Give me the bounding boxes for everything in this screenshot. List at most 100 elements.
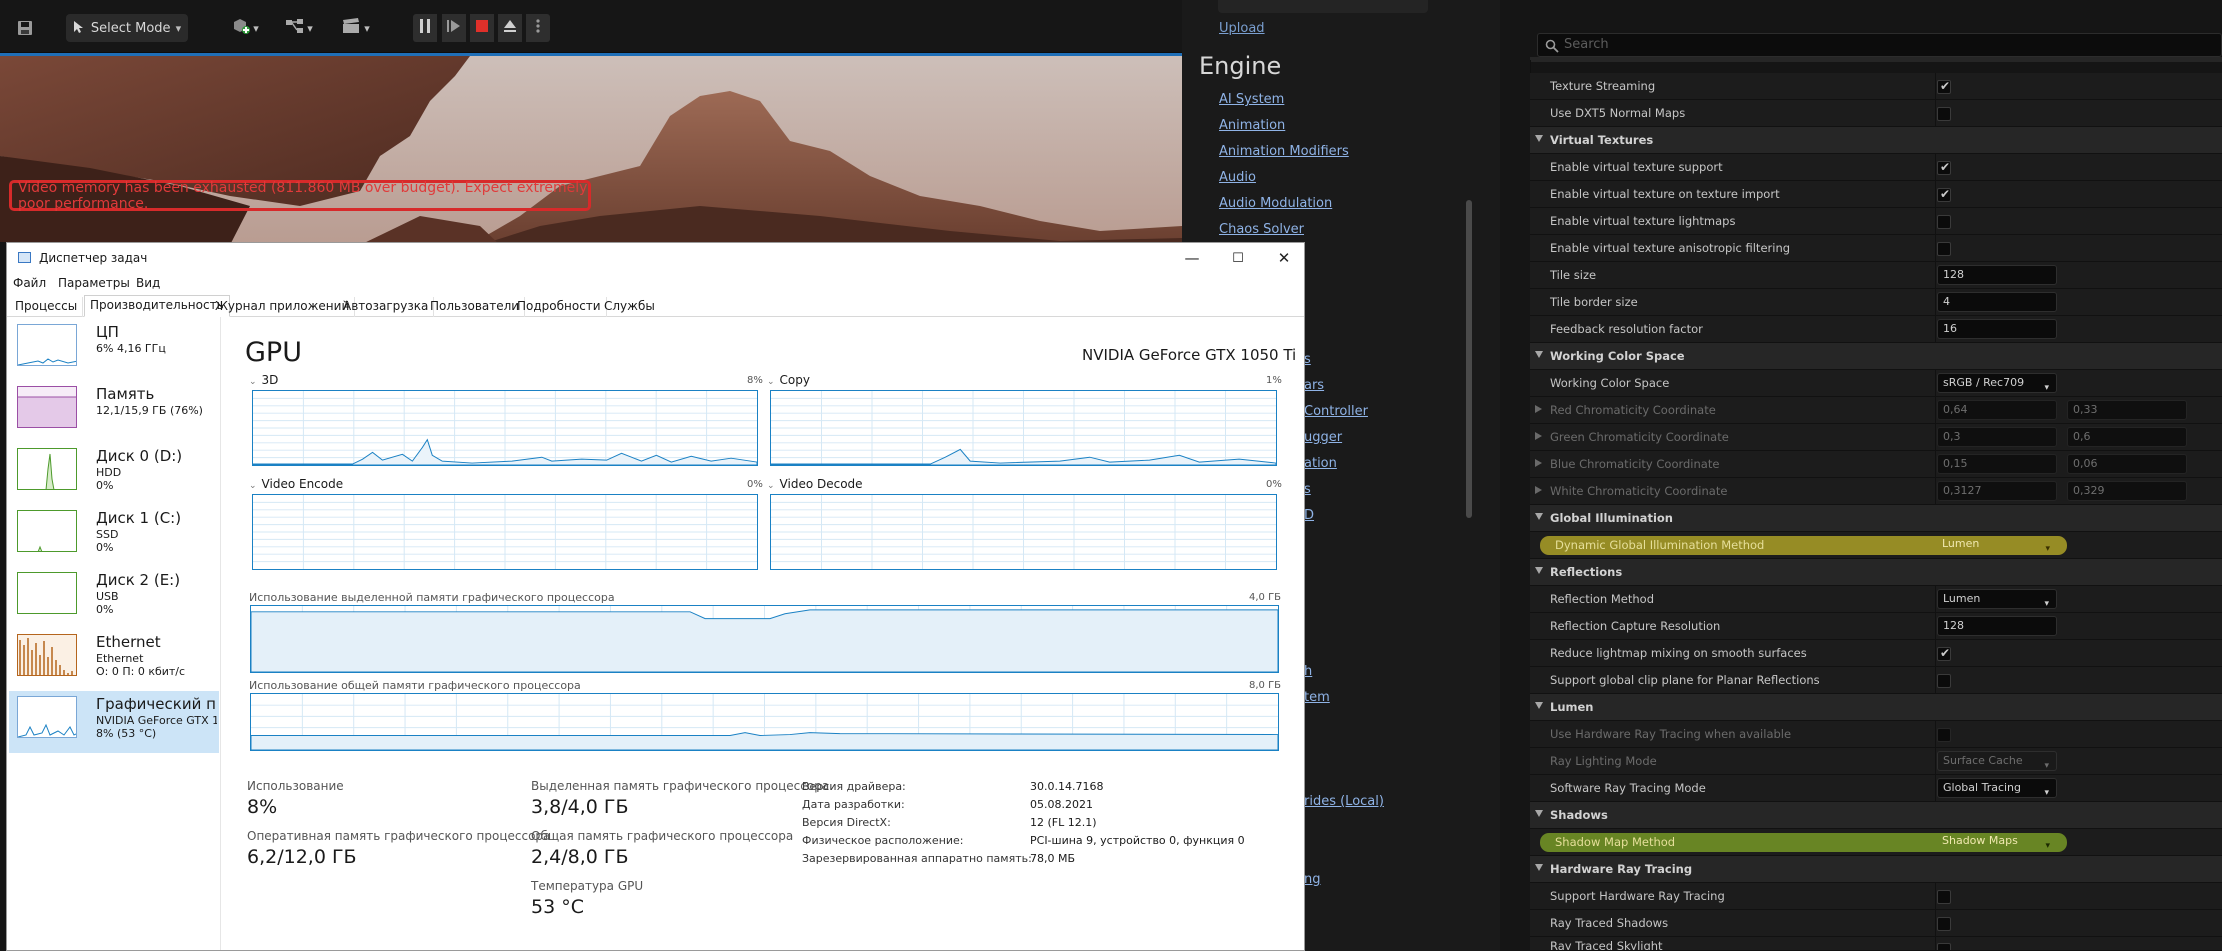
nav-link-chaos-solver[interactable]: Chaos Solver xyxy=(1219,222,1304,237)
tab-users[interactable]: Пользователи xyxy=(425,297,526,317)
reflection-capture-input[interactable]: 128 xyxy=(1937,616,2057,636)
engine-video-encode-label[interactable]: ⌄ Video Encode xyxy=(249,477,343,491)
stop-button[interactable] xyxy=(470,14,494,42)
nav-link-fragment[interactable]: rides (Local) xyxy=(1304,794,1384,809)
nav-link-fragment[interactable]: h xyxy=(1304,664,1312,679)
maximize-button[interactable]: ☐ xyxy=(1225,247,1251,269)
eject-button[interactable] xyxy=(498,14,522,42)
nav-link-audio-modulation[interactable]: Audio Modulation xyxy=(1219,196,1332,211)
resource-memory[interactable]: Память 12,1/15,9 ГБ (76%) xyxy=(9,381,219,443)
resource-disk-0[interactable]: Диск 0 (D:) HDD 0% xyxy=(9,443,219,505)
feedback-factor-input[interactable]: 16 xyxy=(1937,319,2057,339)
ray-traced-skylight-checkbox[interactable] xyxy=(1937,943,1951,950)
software-rt-mode-dropdown[interactable]: Global Tracing ▾ xyxy=(1937,778,2057,798)
section-lumen[interactable]: Lumen xyxy=(1530,694,2222,721)
resource-gpu-0[interactable]: Графический процессор 0 NVIDIA GeForce G… xyxy=(9,691,219,753)
ray-traced-shadows-checkbox[interactable] xyxy=(1937,917,1951,931)
texture-streaming-checkbox[interactable]: ✔ xyxy=(1937,79,1951,94)
nav-link-fragment[interactable]: ng xyxy=(1304,872,1321,887)
green-y-input[interactable]: 0,6 xyxy=(2067,427,2187,447)
red-x-input[interactable]: 0,64 xyxy=(1937,400,2057,420)
vt-aniso-checkbox[interactable] xyxy=(1937,242,1951,256)
tab-details[interactable]: Подробности xyxy=(512,297,607,317)
shadow-map-method-dropdown[interactable]: Shadow Maps ▾ xyxy=(1937,832,2057,852)
blueprint-button[interactable]: ▾ xyxy=(280,14,318,42)
engine-copy-label[interactable]: ⌄ Copy xyxy=(767,373,810,387)
engine-video-decode-label[interactable]: ⌄ Video Decode xyxy=(767,477,863,491)
tab-app-history[interactable]: Журнал приложений xyxy=(210,297,356,317)
chevron-right-icon[interactable] xyxy=(1535,486,1542,494)
menu-file[interactable]: Файл xyxy=(13,276,46,290)
nav-link-fragment[interactable]: s xyxy=(1304,482,1311,497)
chevron-right-icon[interactable] xyxy=(1535,432,1542,440)
nav-link-fragment[interactable]: tem xyxy=(1304,690,1330,705)
menu-view[interactable]: Вид xyxy=(136,276,160,290)
blue-y-input[interactable]: 0,06 xyxy=(2067,454,2187,474)
vt-import-checkbox[interactable]: ✔ xyxy=(1937,187,1951,202)
nav-link-fragment[interactable]: D xyxy=(1304,508,1314,523)
dynamic-gi-method-dropdown[interactable]: Lumen ▾ xyxy=(1937,535,2057,555)
tab-performance[interactable]: Производительность xyxy=(84,295,230,317)
settings-search-input[interactable]: Search xyxy=(1537,33,2222,57)
nav-link-fragment[interactable]: ugger xyxy=(1304,430,1342,445)
level-viewport[interactable]: Video memory has been exhausted (811.860… xyxy=(0,53,1182,242)
ray-lighting-mode-dropdown[interactable]: Surface Cache ▾ xyxy=(1937,751,2057,771)
nav-link-fragment[interactable]: ation xyxy=(1304,456,1337,471)
menu-options[interactable]: Параметры xyxy=(58,276,130,290)
gpu-temperature-value: 53 °C xyxy=(531,896,584,918)
section-working-color-space[interactable]: Working Color Space xyxy=(1530,343,2222,370)
nav-link-fragment[interactable]: ars xyxy=(1304,378,1324,393)
nav-scrollbar[interactable] xyxy=(1466,200,1472,518)
nav-link-animation[interactable]: Animation xyxy=(1219,118,1285,133)
minimize-button[interactable]: — xyxy=(1179,247,1205,269)
red-y-input[interactable]: 0,33 xyxy=(2067,400,2187,420)
blue-x-input[interactable]: 0,15 xyxy=(1937,454,2057,474)
section-hardware-ray-tracing[interactable]: Hardware Ray Tracing xyxy=(1530,856,2222,883)
step-button[interactable] xyxy=(442,14,466,42)
section-virtual-textures[interactable]: Virtual Textures xyxy=(1530,127,2222,154)
section-shadows[interactable]: Shadows xyxy=(1530,802,2222,829)
tile-border-input[interactable]: 4 xyxy=(1937,292,2057,312)
engine-3d-label[interactable]: ⌄ 3D xyxy=(249,373,278,387)
play-options-button[interactable] xyxy=(526,14,550,42)
textures-section-header[interactable] xyxy=(1530,57,2222,62)
hwrt-when-available-checkbox[interactable] xyxy=(1937,728,1951,742)
select-mode-button[interactable]: Select Mode ▾ xyxy=(66,14,188,42)
add-content-button[interactable]: ▾ xyxy=(226,14,264,42)
tile-size-input[interactable]: 128 xyxy=(1937,265,2057,285)
reduce-lightmap-mixing-checkbox[interactable]: ✔ xyxy=(1937,646,1951,661)
support-hwrt-checkbox[interactable] xyxy=(1937,890,1951,904)
section-global-illumination[interactable]: Global Illumination xyxy=(1530,505,2222,532)
cinematics-button[interactable]: ▾ xyxy=(337,14,375,42)
vt-lightmaps-checkbox[interactable] xyxy=(1937,215,1951,229)
section-reflections[interactable]: Reflections xyxy=(1530,559,2222,586)
use-dxt5-checkbox[interactable] xyxy=(1937,107,1951,121)
nav-link-animation-modifiers[interactable]: Animation Modifiers xyxy=(1219,144,1349,159)
vt-support-checkbox[interactable]: ✔ xyxy=(1937,160,1951,175)
title-bar[interactable]: Диспетчер задач — ☐ ✕ xyxy=(7,243,1304,273)
nav-link-audio[interactable]: Audio xyxy=(1219,170,1256,185)
nav-link-ai-system[interactable]: AI System xyxy=(1219,92,1284,107)
tab-startup[interactable]: Автозагрузка xyxy=(338,297,435,317)
reflection-method-dropdown[interactable]: Lumen ▾ xyxy=(1937,589,2057,609)
project-settings-tab[interactable] xyxy=(1218,0,1428,13)
resource-disk-1[interactable]: Диск 1 (C:) SSD 0% xyxy=(9,505,219,567)
nav-link-fragment[interactable]: s xyxy=(1304,352,1311,367)
green-x-input[interactable]: 0,3 xyxy=(1937,427,2057,447)
resource-cpu[interactable]: ЦП 6% 4,16 ГГц xyxy=(9,319,219,381)
nav-link-fragment[interactable]: Controller xyxy=(1304,404,1368,419)
resource-disk-2[interactable]: Диск 2 (E:) USB 0% xyxy=(9,567,219,629)
close-button[interactable]: ✕ xyxy=(1271,247,1297,269)
resource-ethernet[interactable]: Ethernet Ethernet О: 0 П: 0 кбит/с xyxy=(9,629,219,691)
tab-processes[interactable]: Процессы xyxy=(10,297,84,317)
tab-services[interactable]: Службы xyxy=(599,297,660,317)
save-icon[interactable] xyxy=(13,14,37,42)
chevron-right-icon[interactable] xyxy=(1535,459,1542,467)
pause-button[interactable] xyxy=(413,14,437,42)
white-y-input[interactable]: 0,329 xyxy=(2067,481,2187,501)
working-color-space-dropdown[interactable]: sRGB / Rec709 ▾ xyxy=(1937,373,2057,393)
white-x-input[interactable]: 0,3127 xyxy=(1937,481,2057,501)
nav-link-upload[interactable]: Upload xyxy=(1219,21,1265,36)
chevron-right-icon[interactable] xyxy=(1535,405,1542,413)
global-clip-plane-checkbox[interactable] xyxy=(1937,674,1951,688)
